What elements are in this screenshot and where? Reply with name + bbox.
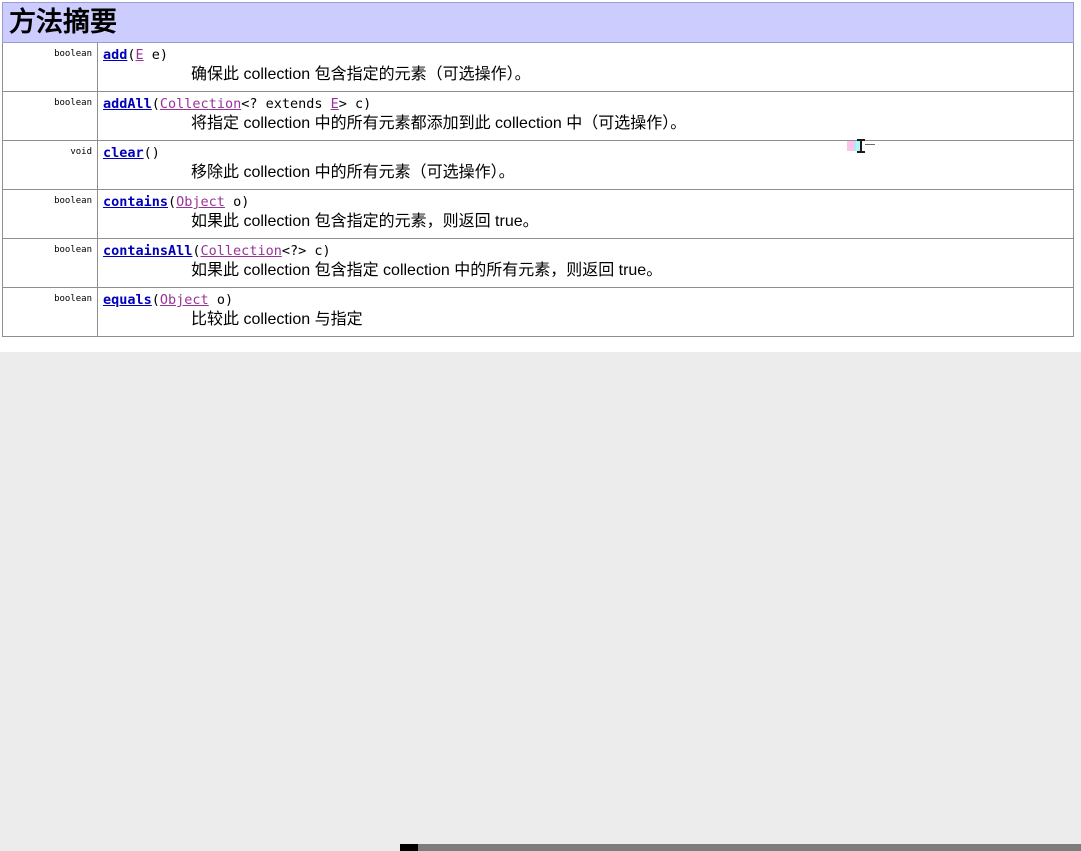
params-tail: <?> c) (281, 243, 331, 259)
method-description: 将指定 collection 中的所有元素都添加到此 collection 中（… (191, 115, 687, 132)
return-type-label: boolean (54, 294, 92, 304)
method-link-containsall[interactable]: containsAll (103, 243, 192, 259)
method-signature-cell: add(E e) 确保此 collection 包含指定的元素（可选操作）。 (97, 42, 1074, 92)
return-type-label: boolean (54, 49, 92, 59)
table-row: void clear() 移除此 collection 中的所有元素（可选操作）… (2, 140, 1074, 190)
table-row: boolean equals(Object o) 比较此 collection … (2, 287, 1074, 337)
return-type-cell: boolean (2, 287, 98, 337)
method-signature: contains(Object o) (103, 194, 1070, 210)
return-type-label: boolean (54, 98, 92, 108)
return-type-label: boolean (54, 196, 92, 206)
method-description: 如果此 collection 包含指定 collection 中的所有元素，则返… (191, 262, 663, 279)
paren-open: ( (127, 47, 136, 63)
scrollbar-track[interactable] (400, 844, 1081, 851)
method-link-contains[interactable]: contains (103, 194, 168, 210)
horizontal-scrollbar[interactable] (0, 844, 1081, 851)
table-row: boolean containsAll(Collection<?> c) 如果此… (2, 238, 1074, 288)
paren-open: ( (168, 194, 177, 210)
method-signature: clear() (103, 145, 1070, 161)
method-description: 确保此 collection 包含指定的元素（可选操作）。 (191, 66, 531, 83)
scrollbar-thumb[interactable] (400, 844, 418, 851)
params-tail: o) (208, 292, 234, 308)
return-type-cell: boolean (2, 238, 98, 288)
method-description: 如果此 collection 包含指定的元素，则返回 true。 (191, 213, 539, 230)
empty-background-area (0, 352, 1081, 851)
method-signature: addAll(Collection<? extends E> c) (103, 96, 1070, 112)
page-title: 方法摘要 (9, 7, 117, 37)
method-signature: equals(Object o) (103, 292, 1070, 308)
type-link-collection[interactable]: Collection (160, 96, 241, 112)
return-type-cell: boolean (2, 42, 98, 92)
params-tail: o) (224, 194, 250, 210)
return-type-label: boolean (54, 245, 92, 255)
paren-open: ( (143, 145, 152, 161)
method-link-add[interactable]: add (103, 47, 127, 63)
table-row: boolean addAll(Collection<? extends E> c… (2, 91, 1074, 141)
method-signature-cell: addAll(Collection<? extends E> c) 将指定 co… (97, 91, 1074, 141)
type-link-collection[interactable]: Collection (201, 243, 282, 259)
method-signature: containsAll(Collection<?> c) (103, 243, 1070, 259)
method-summary-table: 方法摘要 boolean add(E e) 确保此 collection 包含指… (2, 2, 1074, 337)
paren-open: ( (192, 243, 201, 259)
method-signature: add(E e) (103, 47, 1070, 63)
method-signature-cell: containsAll(Collection<?> c) 如果此 collect… (97, 238, 1074, 288)
type-link-object[interactable]: Object (160, 292, 209, 308)
paren-open: ( (151, 292, 160, 308)
table-header-row: 方法摘要 (2, 2, 1074, 43)
return-type-cell: boolean (2, 91, 98, 141)
document-viewport[interactable]: 方法摘要 boolean add(E e) 确保此 collection 包含指… (0, 0, 1081, 352)
return-type-cell: boolean (2, 189, 98, 239)
method-signature-cell: contains(Object o) 如果此 collection 包含指定的元… (97, 189, 1074, 239)
method-link-equals[interactable]: equals (103, 292, 152, 308)
paren-open: ( (151, 96, 160, 112)
params-tail: > c) (338, 96, 372, 112)
table-row: boolean add(E e) 确保此 collection 包含指定的元素（… (2, 42, 1074, 92)
type-link-E[interactable]: E (331, 96, 339, 112)
params-tail: ) (151, 145, 160, 161)
type-link-object[interactable]: Object (176, 194, 225, 210)
type-link-E[interactable]: E (136, 47, 144, 63)
return-type-label: void (70, 147, 92, 157)
method-description: 比较此 collection 与指定 (191, 311, 363, 328)
table-row: boolean contains(Object o) 如果此 collectio… (2, 189, 1074, 239)
params-mid: <? extends (241, 96, 331, 112)
method-summary-header-cell: 方法摘要 (2, 2, 1074, 43)
method-signature-cell: equals(Object o) 比较此 collection 与指定 (97, 287, 1074, 337)
method-signature-cell: clear() 移除此 collection 中的所有元素（可选操作）。 (97, 140, 1074, 190)
params-tail: e) (143, 47, 169, 63)
method-description: 移除此 collection 中的所有元素（可选操作）。 (191, 164, 515, 181)
return-type-cell: void (2, 140, 98, 190)
method-link-addall[interactable]: addAll (103, 96, 152, 112)
method-link-clear[interactable]: clear (103, 145, 144, 161)
